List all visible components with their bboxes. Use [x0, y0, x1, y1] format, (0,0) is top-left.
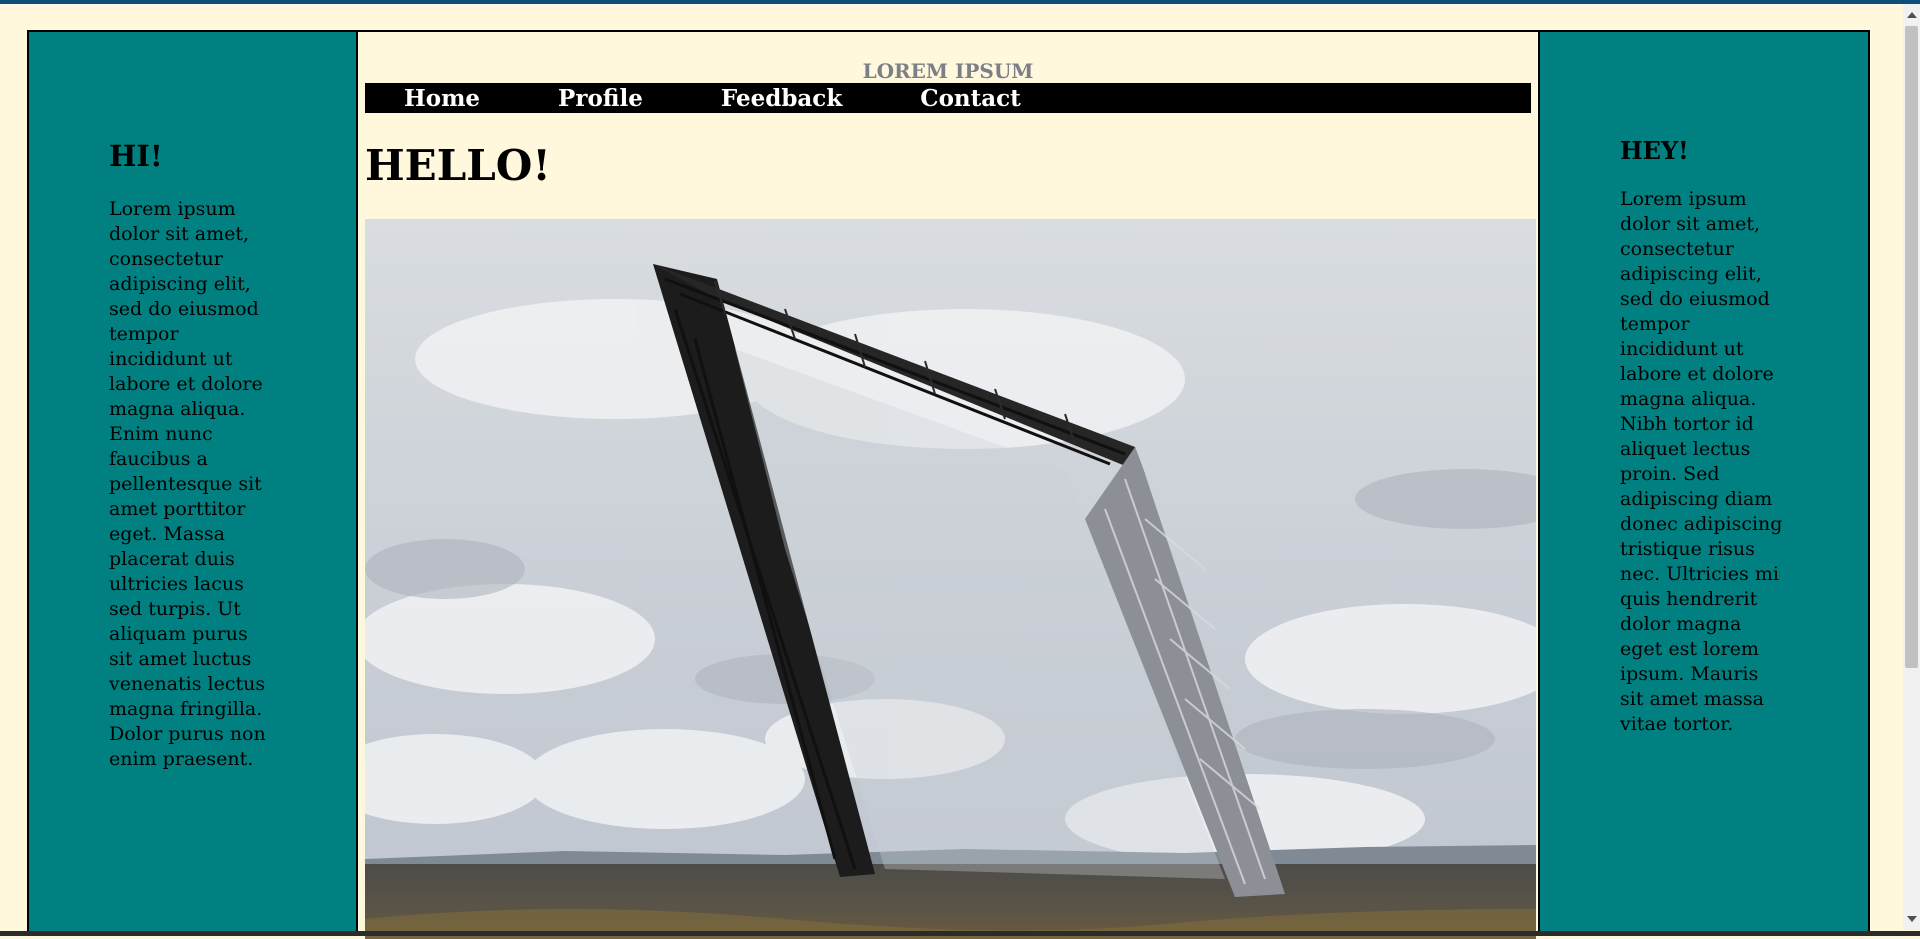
landmark-photo [365, 219, 1536, 939]
nav-home[interactable]: Home [404, 85, 480, 112]
right-sidebar-heading: HEY! [1620, 136, 1784, 165]
nav-profile[interactable]: Profile [558, 85, 643, 112]
scroll-up-arrow-icon[interactable] [1907, 12, 1917, 18]
scroll-down-arrow-icon[interactable] [1907, 916, 1917, 922]
left-sidebar-heading: HI! [109, 139, 276, 173]
scroll-thumb[interactable] [1905, 26, 1918, 668]
page-heading: HELLO! [365, 141, 1531, 191]
right-sidebar-text: Lorem ipsum dolor sit amet, consectetur … [1620, 187, 1784, 737]
nav-bar: Home Profile Feedback Contact [365, 83, 1531, 113]
main-content: LOREM IPSUM Home Profile Feedback Contac… [358, 32, 1538, 934]
nav-feedback[interactable]: Feedback [721, 85, 842, 112]
bottom-strip [0, 931, 1920, 936]
page-frame: HI! Lorem ipsum dolor sit amet, consecte… [27, 30, 1870, 936]
browser-top-strip [0, 0, 1920, 4]
site-title: LOREM IPSUM [365, 59, 1531, 83]
landmark-photo-graphic [365, 219, 1536, 939]
right-sidebar: HEY! Lorem ipsum dolor sit amet, consect… [1538, 32, 1868, 934]
vertical-scrollbar[interactable] [1903, 4, 1920, 930]
left-sidebar-text: Lorem ipsum dolor sit amet, consectetur … [109, 197, 276, 772]
nav-contact[interactable]: Contact [920, 85, 1021, 112]
left-sidebar: HI! Lorem ipsum dolor sit amet, consecte… [29, 32, 358, 934]
